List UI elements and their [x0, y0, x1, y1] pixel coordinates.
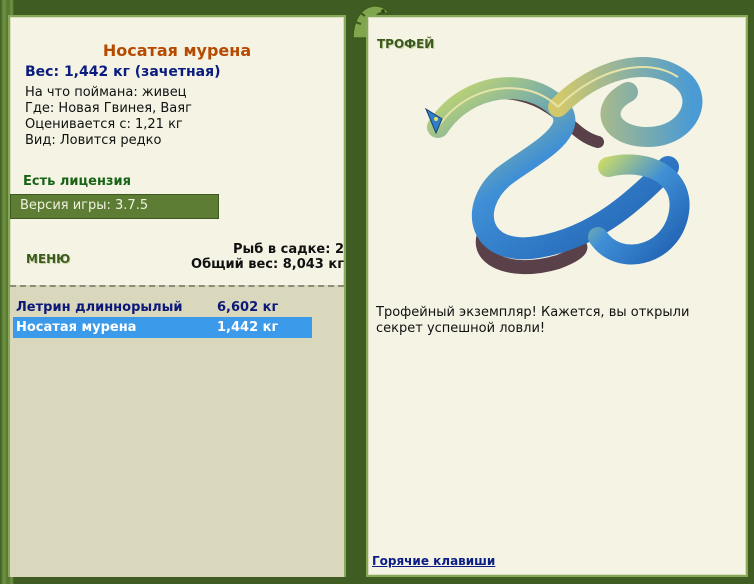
hotkeys-link[interactable]: Горячие клавиши	[372, 554, 495, 568]
catch-list: Летрин длиннорылый 6,602 кг Носатая муре…	[10, 285, 344, 577]
catch-item-name: Носатая мурена	[16, 320, 137, 335]
fish-title: Носатая мурена	[102, 41, 252, 60]
keepnet-count: Рыб в садке: 2	[232, 242, 344, 257]
catch-item-name: Летрин длиннорылый	[16, 300, 183, 315]
keepnet-total-weight: Общий вес: 8,043 кг	[191, 257, 344, 272]
version-label: Версия игры: 3.7.5	[20, 198, 149, 213]
license-status: Есть лицензия	[23, 174, 131, 189]
catch-item-weight: 1,442 кг	[217, 320, 279, 335]
fish-bait: На что поймана: живец	[25, 85, 187, 100]
fish-rarity: Вид: Ловится редко	[25, 133, 162, 148]
fish-weight: Вес: 1,442 кг (зачетная)	[25, 64, 221, 80]
moray-eel-image	[424, 57, 703, 275]
catch-list-item-selected[interactable]: Носатая мурена 1,442 кг	[13, 317, 312, 338]
fish-location: Где: Новая Гвинея, Ваяг	[25, 101, 192, 116]
menu-button[interactable]: МЕНЮ	[26, 252, 70, 266]
catch-list-item[interactable]: Летрин длиннорылый 6,602 кг	[13, 297, 312, 318]
trophy-panel: ТРОФЕЙ Трофейный экземпляр! Кажется, вы …	[366, 15, 748, 577]
catch-item-weight: 6,602 кг	[217, 300, 279, 315]
trophy-description: Трофейный экземпляр! Кажется, вы открыли…	[376, 305, 690, 336]
version-bar: Версия игры: 3.7.5	[10, 194, 219, 219]
fish-info-panel: Носатая мурена Вес: 1,442 кг (зачетная) …	[8, 15, 346, 577]
fish-valued-from: Оцениваетcя с: 1,21 кг	[25, 117, 183, 132]
